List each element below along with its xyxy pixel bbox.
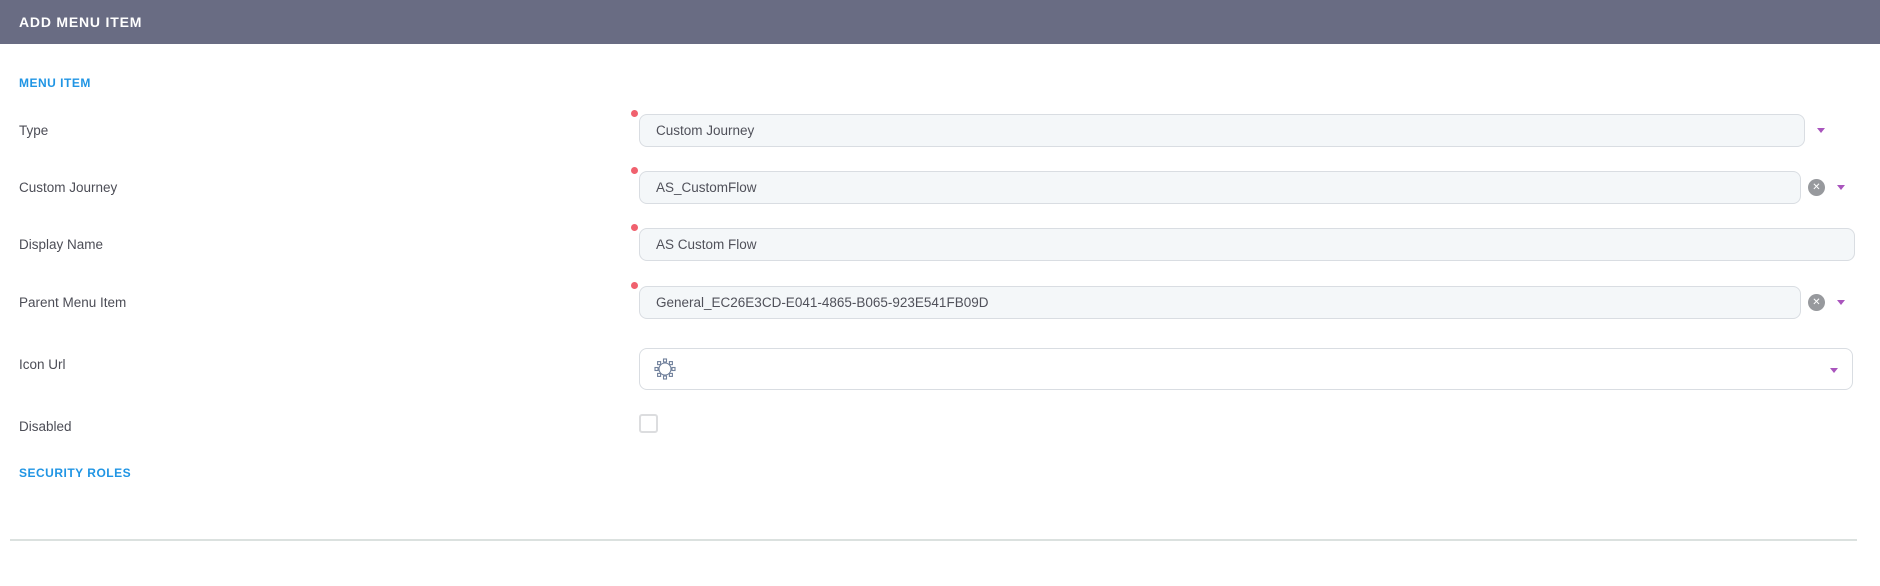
display-name-field-wrap	[639, 228, 1855, 261]
type-field-wrap	[639, 114, 1805, 147]
required-dot	[631, 167, 638, 174]
disabled-control	[639, 414, 658, 433]
dialog-title: ADD MENU ITEM	[19, 14, 142, 30]
required-dot	[631, 224, 638, 231]
custom-journey-control: ✕	[639, 171, 1845, 204]
display-name-label: Display Name	[0, 228, 639, 253]
required-dot	[631, 110, 638, 117]
type-label: Type	[0, 114, 639, 139]
disabled-checkbox[interactable]	[639, 414, 658, 433]
form-row-disabled: Disabled	[0, 414, 1880, 435]
clear-circle-icon[interactable]: ✕	[1808, 294, 1825, 311]
gear-icon	[654, 358, 676, 380]
form-row-parent-menu-item: Parent Menu Item ✕	[0, 286, 1880, 319]
disabled-label: Disabled	[0, 414, 639, 435]
type-control	[639, 114, 1825, 147]
chevron-down-icon[interactable]	[1837, 185, 1845, 190]
section-header-menu-item: MENU ITEM	[19, 76, 1880, 90]
chevron-down-icon[interactable]	[1837, 300, 1845, 305]
form-row-icon-url: Icon Url	[0, 348, 1880, 390]
form-row-custom-journey: Custom Journey ✕	[0, 171, 1880, 204]
form-row-type: Type	[0, 114, 1880, 147]
required-dot	[631, 282, 638, 289]
icon-url-control	[639, 348, 1853, 390]
clear-circle-icon[interactable]: ✕	[1808, 179, 1825, 196]
custom-journey-input[interactable]	[639, 171, 1801, 204]
custom-journey-field-wrap	[639, 171, 1801, 204]
parent-menu-item-input[interactable]	[639, 286, 1801, 319]
section-header-security-roles: SECURITY ROLES	[19, 466, 1880, 480]
parent-menu-item-label: Parent Menu Item	[0, 286, 639, 311]
section-divider	[10, 539, 1857, 541]
custom-journey-label: Custom Journey	[0, 171, 639, 196]
chevron-down-icon[interactable]	[1817, 128, 1825, 133]
parent-menu-item-field-wrap	[639, 286, 1801, 319]
icon-url-label: Icon Url	[0, 348, 639, 373]
display-name-control	[639, 228, 1855, 261]
chevron-down-icon[interactable]	[1830, 368, 1838, 373]
parent-menu-item-control: ✕	[639, 286, 1845, 319]
form-row-display-name: Display Name	[0, 228, 1880, 261]
display-name-input[interactable]	[639, 228, 1855, 261]
type-input[interactable]	[639, 114, 1805, 147]
dialog-titlebar: ADD MENU ITEM	[0, 0, 1880, 44]
icon-url-picker[interactable]	[639, 348, 1853, 390]
